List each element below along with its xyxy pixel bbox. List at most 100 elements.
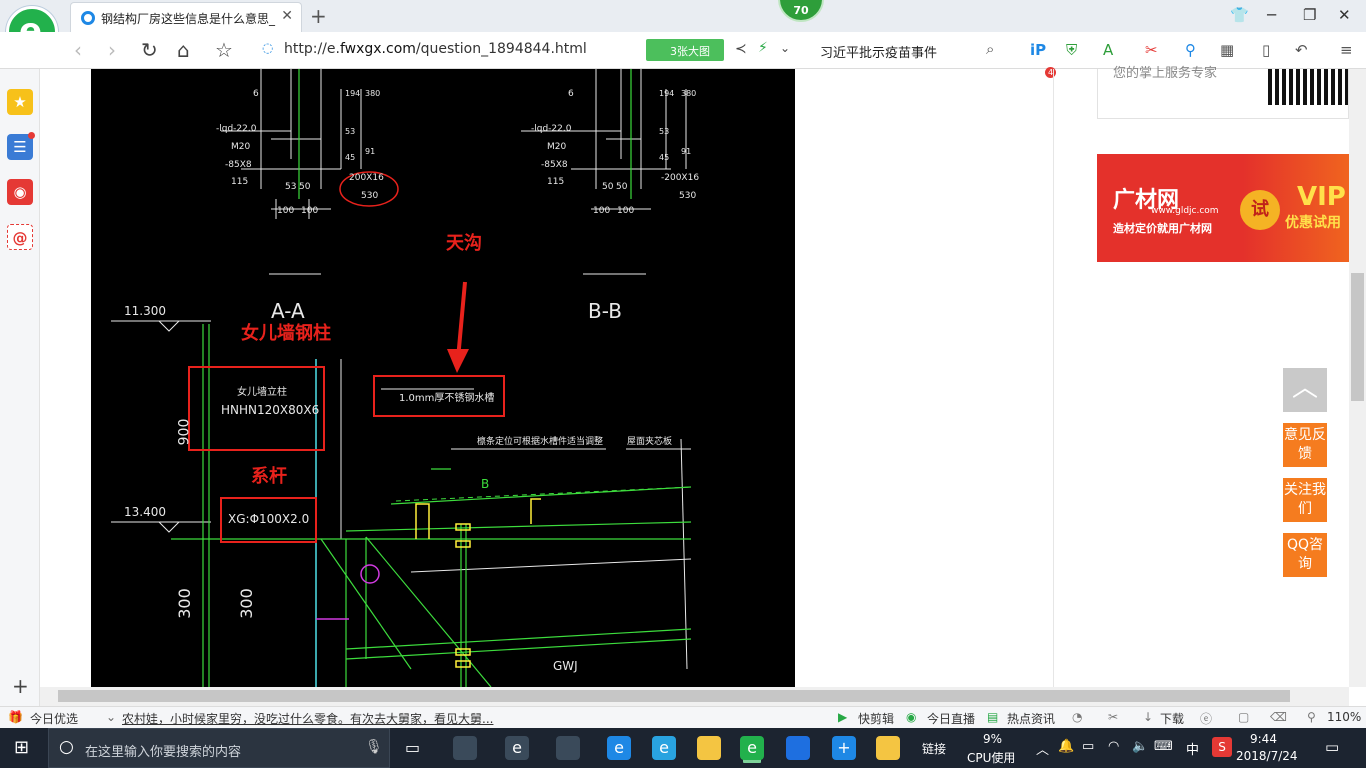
download-link[interactable]: 下载 xyxy=(1160,710,1184,727)
hot-news-link[interactable]: 习近平批示疫苗事件 xyxy=(820,42,937,61)
wifi-icon[interactable]: ◠ xyxy=(1108,739,1119,754)
360-browser-icon[interactable]: e xyxy=(740,736,764,760)
live-link[interactable]: 今日直播 xyxy=(927,710,975,727)
translate-icon[interactable]: A xyxy=(1103,41,1113,59)
ad-vip: VIP xyxy=(1297,182,1346,212)
app-plus-icon[interactable]: + xyxy=(832,736,856,760)
speed-icon[interactable]: ◔ xyxy=(1072,710,1082,724)
qq-consult-button[interactable]: QQ咨询 xyxy=(1283,533,1327,577)
clock-date[interactable]: 2018/7/24 xyxy=(1236,749,1298,763)
tiangou-annotation: 天沟 xyxy=(446,233,482,254)
tray-link-label[interactable]: 链接 xyxy=(922,740,946,757)
today-picks-link[interactable]: 今日优选 xyxy=(30,710,78,727)
qr-caption: 您的掌上服务专家 xyxy=(1113,66,1218,81)
minimize-icon[interactable]: ─ xyxy=(1267,6,1276,24)
share-icon[interactable]: ≺ xyxy=(735,41,747,57)
file-explorer-icon[interactable] xyxy=(697,736,721,760)
search-icon[interactable]: ⌕ xyxy=(986,40,994,58)
scissors-icon[interactable]: ✂ xyxy=(1145,41,1158,59)
taskbar-search-box[interactable]: ○ 在这里输入你要搜索的内容 🎙 xyxy=(48,728,390,768)
skin-icon[interactable]: 👕 xyxy=(1230,6,1249,24)
elevation-13400: 13.400 xyxy=(124,505,166,519)
quickcut-link[interactable]: 快剪辑 xyxy=(858,710,894,727)
horizontal-scroll-thumb[interactable] xyxy=(58,690,1290,702)
chevron-down-icon[interactable]: ⌄ xyxy=(106,710,116,724)
ie-browser-icon[interactable]: e xyxy=(505,736,529,760)
ime-indicator[interactable]: 中 xyxy=(1186,739,1199,758)
tab-title: 钢结构厂房这些信息是什么意思_ xyxy=(101,12,276,26)
cortana-icon[interactable]: ○ xyxy=(59,737,74,757)
new-tab-icon[interactable]: + xyxy=(310,4,327,28)
dim-300-right: 300 xyxy=(236,588,256,619)
internet-explorer-icon[interactable]: e xyxy=(652,736,676,760)
home-icon[interactable]: ⌂ xyxy=(177,38,190,62)
email-icon[interactable]: @ xyxy=(7,224,33,250)
window-icon[interactable]: ▢ xyxy=(1238,710,1249,724)
browser-tab[interactable]: 钢结构厂房这些信息是什么意思_ ✕ xyxy=(70,2,302,32)
maximize-icon[interactable]: ❐ xyxy=(1303,6,1316,24)
ip-extension-icon[interactable]: iP xyxy=(1030,41,1046,59)
task-view-icon[interactable]: ▭ xyxy=(405,738,420,757)
tray-up-arrow-icon[interactable]: ︿ xyxy=(1036,739,1049,758)
volume-icon[interactable]: 🔈 xyxy=(1132,739,1148,754)
b-dim-50b: 50 xyxy=(616,182,628,192)
site-info-icon[interactable]: ◌ xyxy=(262,41,273,56)
close-window-icon[interactable]: ✕ xyxy=(1338,6,1351,24)
windows-start-icon[interactable]: ⊞ xyxy=(14,737,29,758)
back-to-top-button[interactable]: ︿ xyxy=(1283,368,1327,412)
download-icon[interactable]: ↓ xyxy=(1143,710,1153,724)
undo-icon[interactable]: ↶ xyxy=(1295,41,1308,59)
lightning-icon[interactable]: ⚡ xyxy=(758,40,768,56)
refresh-icon[interactable]: ↻ xyxy=(141,38,158,62)
battery-icon[interactable]: ▭ xyxy=(1082,739,1094,754)
big-images-button[interactable]: 3张大图 xyxy=(646,39,724,61)
gldjc-ad-banner[interactable]: 广材网 www.gldjc.com 造材定价就用广材网 试 VIP 优惠试用 xyxy=(1097,154,1349,262)
menu-icon[interactable]: ≡ xyxy=(1340,41,1353,59)
chevron-down-icon[interactable]: ⌄ xyxy=(780,41,790,55)
b-dim-100b: 100 xyxy=(617,206,635,216)
favorite-star-icon[interactable]: ☆ xyxy=(215,38,233,62)
news-icon[interactable]: ▤ xyxy=(987,710,998,724)
gift-icon[interactable]: 🎁 xyxy=(8,710,23,724)
shield-icon[interactable]: ⛨ xyxy=(1066,41,1077,59)
zoom-icon[interactable]: ⚲ xyxy=(1307,710,1316,724)
app-g-icon[interactable] xyxy=(786,736,810,760)
title-bar: 钢结构厂房这些信息是什么意思_ ✕ + 70 👕 ─ ❐ ✕ xyxy=(0,0,1366,32)
quickcut-icon[interactable]: ▶ xyxy=(838,710,847,724)
add-sidebar-icon[interactable]: + xyxy=(12,674,29,698)
app-fan-icon[interactable] xyxy=(453,736,477,760)
back-icon[interactable]: ‹ xyxy=(74,38,82,62)
b-dim-115: 115 xyxy=(547,177,565,187)
status-bar: 🎁 今日优选 ⌄ 农村娃，小时候家里穷，没吃过什么零食。有次去大舅家，看见大舅.… xyxy=(0,706,1366,728)
keyboard-icon[interactable]: ⌨ xyxy=(1154,739,1173,754)
clean-icon[interactable]: ⌫ xyxy=(1270,710,1287,724)
notes-app-icon[interactable] xyxy=(876,736,900,760)
a-dim-194: 194 xyxy=(345,89,361,98)
feedback-button[interactable]: 意见反馈 xyxy=(1283,423,1327,467)
tools-icon[interactable]: ✂ xyxy=(1108,710,1118,724)
zoom-level[interactable]: 110% xyxy=(1327,710,1361,724)
forward-icon[interactable]: › xyxy=(108,38,116,62)
follow-us-button[interactable]: 关注我们 xyxy=(1283,478,1327,522)
magnifier-icon[interactable]: ⚲ xyxy=(1185,41,1196,59)
apps-grid-icon[interactable]: ▦ xyxy=(1220,41,1234,59)
action-center-icon[interactable]: ▭ xyxy=(1325,738,1339,756)
vertical-scroll-thumb[interactable] xyxy=(1351,273,1364,401)
favorites-star-icon[interactable]: ★ xyxy=(7,89,33,115)
hot-news-status-link[interactable]: 热点资讯 xyxy=(1007,710,1055,727)
status-headline-link[interactable]: 农村娃，小时候家里穷，没吃过什么零食。有次去大舅家，看见大舅... xyxy=(122,710,493,727)
tab-close-icon[interactable]: ✕ xyxy=(281,8,293,24)
sogou-ime-icon[interactable]: S xyxy=(1212,737,1232,757)
weibo-icon[interactable]: ◉ xyxy=(7,179,33,205)
windows-taskbar: ⊞ ○ 在这里输入你要搜索的内容 🎙 ▭ e e e e + 链接 9% CPU… xyxy=(0,728,1366,768)
edge-icon[interactable]: e xyxy=(607,736,631,760)
browser-mode-icon[interactable]: ⓔ xyxy=(1200,710,1212,727)
speed-badge[interactable]: 70 xyxy=(778,0,824,22)
bell-icon[interactable]: 🔔 xyxy=(1058,739,1074,754)
clock-time[interactable]: 9:44 xyxy=(1250,732,1277,746)
microphone-icon[interactable]: 🎙 xyxy=(365,739,383,755)
a-dim-bolt: M20 xyxy=(231,142,251,152)
app-swirl-icon[interactable] xyxy=(556,736,580,760)
mobile-icon[interactable]: ▯ xyxy=(1262,41,1270,59)
live-icon[interactable]: ◉ xyxy=(906,710,916,724)
